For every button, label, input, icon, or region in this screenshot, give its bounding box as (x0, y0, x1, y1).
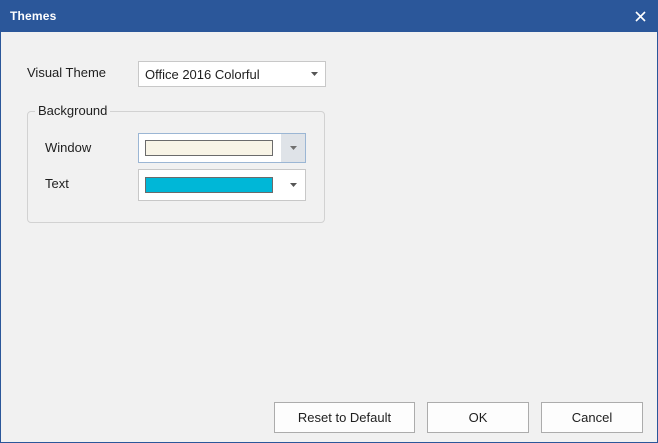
visual-theme-label: Visual Theme (27, 65, 107, 80)
background-group-label: Background (35, 103, 111, 118)
dialog-title: Themes (10, 9, 57, 23)
cancel-button[interactable]: Cancel (541, 402, 643, 433)
close-icon (634, 11, 646, 22)
ok-button[interactable]: OK (427, 402, 529, 433)
text-color-swatch (145, 177, 273, 193)
close-button[interactable] (623, 1, 657, 32)
reset-to-default-button[interactable]: Reset to Default (274, 402, 415, 433)
chevron-down-icon[interactable] (281, 170, 305, 200)
window-color-swatch (145, 140, 273, 156)
text-color-picker[interactable] (138, 169, 306, 201)
window-color-picker[interactable] (138, 133, 306, 163)
visual-theme-dropdown[interactable]: Office 2016 Colorful (138, 61, 326, 87)
chevron-down-icon[interactable] (281, 134, 305, 162)
themes-dialog: Themes Visual Theme Office 2016 Colorful… (0, 0, 658, 443)
window-color-label: Window (45, 140, 92, 155)
visual-theme-value: Office 2016 Colorful (145, 67, 260, 82)
title-bar[interactable]: Themes (1, 1, 657, 32)
background-group: Background (27, 103, 325, 223)
text-color-label: Text (45, 176, 69, 191)
chevron-down-icon[interactable] (303, 62, 325, 86)
